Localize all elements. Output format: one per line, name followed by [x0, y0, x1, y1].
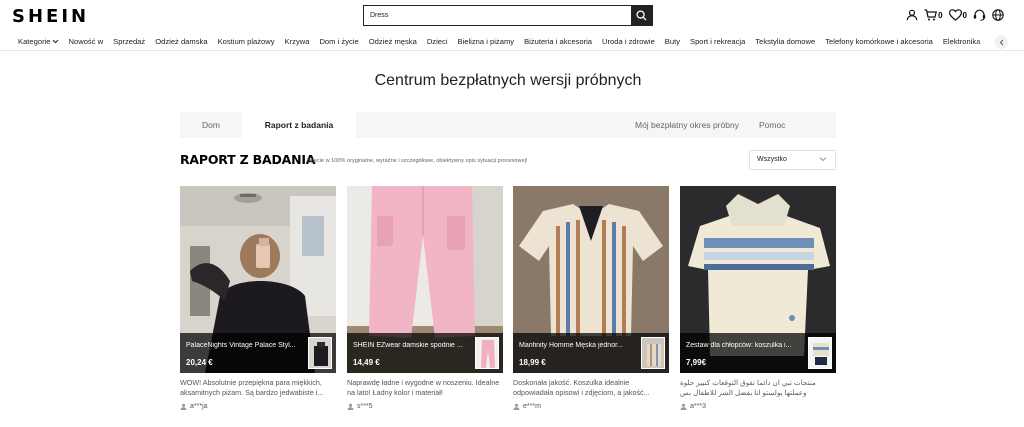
filter-selected-value: Wszystko [757, 156, 787, 163]
tab-my-free-trial[interactable]: Mój bezpłatny okres próbny [635, 112, 739, 138]
nav-scroll-right-button[interactable] [994, 35, 1008, 49]
report-card-overlay: Zestaw dla chłopców: koszulka i... 7,99€ [680, 333, 836, 373]
user-icon [347, 403, 354, 410]
search-icon [636, 10, 647, 21]
product-price: 18,99 € [519, 358, 546, 367]
tab-help[interactable]: Pomoc [759, 112, 785, 138]
headset-icon [973, 9, 986, 21]
report-card[interactable]: PalaceNights Vintage Palace Styl... 20,2… [180, 186, 336, 410]
heart-icon [948, 9, 962, 21]
report-heading: RAPORT Z BADANIA [180, 152, 316, 167]
report-card-image[interactable]: Zestaw dla chłopców: koszulka i... 7,99€ [680, 186, 836, 373]
user-icon [906, 9, 918, 21]
cart-icon [924, 9, 938, 21]
nav-item-home-textiles[interactable]: Tekstylia domowe [755, 37, 815, 46]
nav-item-curve[interactable]: Krzywa [285, 37, 310, 46]
reviewer: s***5 [347, 403, 503, 410]
nav-item-swimwear[interactable]: Kostium plażowy [218, 37, 275, 46]
nav-item-new[interactable]: Nowość w [69, 37, 104, 46]
product-thumbnail-image [309, 338, 331, 368]
product-price: 14,49 € [353, 358, 380, 367]
product-thumbnail-image [809, 338, 831, 368]
reviewer-name: s***5 [357, 403, 373, 410]
category-nav: Kategorie Nowość w Sprzedaż Odzież damsk… [0, 34, 1024, 51]
report-card[interactable]: Zestaw dla chłopców: koszulka i... 7,99€… [680, 186, 836, 410]
product-thumbnail[interactable] [308, 337, 332, 369]
report-card-overlay: PalaceNights Vintage Palace Styl... 20,2… [180, 333, 336, 373]
nav-item-kids[interactable]: Dzieci [427, 37, 448, 46]
account-button[interactable] [906, 8, 918, 22]
reviewer: a***ja [180, 403, 336, 410]
reviewer-name: e***m [523, 403, 541, 410]
nav-scroll-fade [976, 34, 1024, 50]
reviewer: a***3 [680, 403, 836, 410]
reviewer-name: a***ja [190, 403, 208, 410]
nav-item-phones[interactable]: Telefony komórkowe i akcesoria [825, 37, 933, 46]
product-name[interactable]: SHEIN EZwear damskie spodnie ... [353, 342, 471, 349]
user-icon [513, 403, 520, 410]
user-icon [680, 403, 687, 410]
review-text: WOW! Absolutnie przepiękna para miękkich… [180, 378, 324, 397]
product-name[interactable]: PalaceNights Vintage Palace Styl... [186, 342, 304, 349]
nav-item-shoes[interactable]: Buty [665, 37, 680, 46]
report-card[interactable]: Manfinity Homme Męska jednor... 18,99 € … [513, 186, 669, 410]
product-name[interactable]: Zestaw dla chłopców: koszulka i... [686, 342, 804, 349]
support-button[interactable] [973, 8, 986, 22]
report-card-image[interactable]: Manfinity Homme Męska jednor... 18,99 € [513, 186, 669, 373]
review-text: Naprawdę ładne i wygodne w noszeniu. Ide… [347, 378, 500, 397]
product-thumbnail[interactable] [808, 337, 832, 369]
nav-item-categories[interactable]: Kategorie [18, 37, 59, 46]
product-name[interactable]: Manfinity Homme Męska jednor... [519, 342, 637, 349]
header: SHEIN 0 0 [0, 0, 1024, 34]
cart-count: 0 [938, 10, 943, 20]
tab-home[interactable]: Dom [202, 112, 220, 138]
review-text: Doskonała jakość. Koszulka idealnie odpo… [513, 378, 650, 397]
shein-logo[interactable]: SHEIN [12, 6, 89, 27]
chevron-down-icon [52, 39, 58, 44]
report-card-image[interactable]: SHEIN EZwear damskie spodnie ... 14,49 € [347, 186, 503, 373]
tab-bar: Dom Raport z badania Mój bezpłatny okres… [180, 112, 836, 138]
chevron-left-icon [999, 39, 1003, 45]
product-price: 7,99€ [686, 358, 707, 367]
nav-item-electronics[interactable]: Elektronika [943, 37, 981, 46]
header-icons: 0 0 [906, 8, 1004, 22]
nav-item-home-living[interactable]: Dom i życie [319, 37, 358, 46]
globe-icon [992, 9, 1004, 21]
nav-item-women[interactable]: Odzież damska [155, 37, 207, 46]
nav-item-label: Kategorie [18, 37, 51, 46]
product-thumbnail-image [642, 338, 664, 368]
report-card-image[interactable]: PalaceNights Vintage Palace Styl... 20,2… [180, 186, 336, 373]
filter-select[interactable]: Wszystko [749, 150, 836, 170]
tab-test-report[interactable]: Raport z badania [242, 112, 356, 138]
review-text: منتجات تبي ان دائما تفوق التوقعات كنيير … [680, 378, 816, 397]
chevron-down-icon [819, 157, 827, 162]
wishlist-count: 0 [962, 10, 967, 20]
nav-item-sale[interactable]: Sprzedaż [113, 37, 145, 46]
wishlist-button[interactable]: 0 [948, 8, 967, 22]
product-price: 20,24 € [186, 358, 213, 367]
nav-item-beauty[interactable]: Uroda i zdrowie [602, 37, 655, 46]
search-input[interactable] [364, 6, 632, 25]
report-subtitle: Zdjęcie w 100% oryginalne, wyraźne i szc… [306, 158, 528, 164]
report-card-overlay: Manfinity Homme Męska jednor... 18,99 € [513, 333, 669, 373]
language-button[interactable] [992, 8, 1004, 22]
reviewer-name: a***3 [690, 403, 706, 410]
product-thumbnail[interactable] [475, 337, 499, 369]
nav-item-jewelry[interactable]: Biżuteria i akcesoria [524, 37, 592, 46]
search-button[interactable] [631, 6, 652, 25]
cart-button[interactable]: 0 [924, 8, 943, 22]
reviewer: e***m [513, 403, 669, 410]
product-thumbnail[interactable] [641, 337, 665, 369]
page-title: Centrum bezpłatnych wersji próbnych [374, 72, 642, 89]
report-card-overlay: SHEIN EZwear damskie spodnie ... 14,49 € [347, 333, 503, 373]
nav-item-underwear[interactable]: Bielizna i piżamy [458, 37, 515, 46]
product-thumbnail-image [476, 338, 498, 368]
search-bar [363, 5, 653, 26]
category-nav-list: Kategorie Nowość w Sprzedaż Odzież damsk… [18, 37, 980, 46]
nav-item-men[interactable]: Odzież męska [369, 37, 417, 46]
nav-item-sports[interactable]: Sport i rekreacja [690, 37, 745, 46]
user-icon [180, 403, 187, 410]
report-card[interactable]: SHEIN EZwear damskie spodnie ... 14,49 €… [347, 186, 503, 410]
